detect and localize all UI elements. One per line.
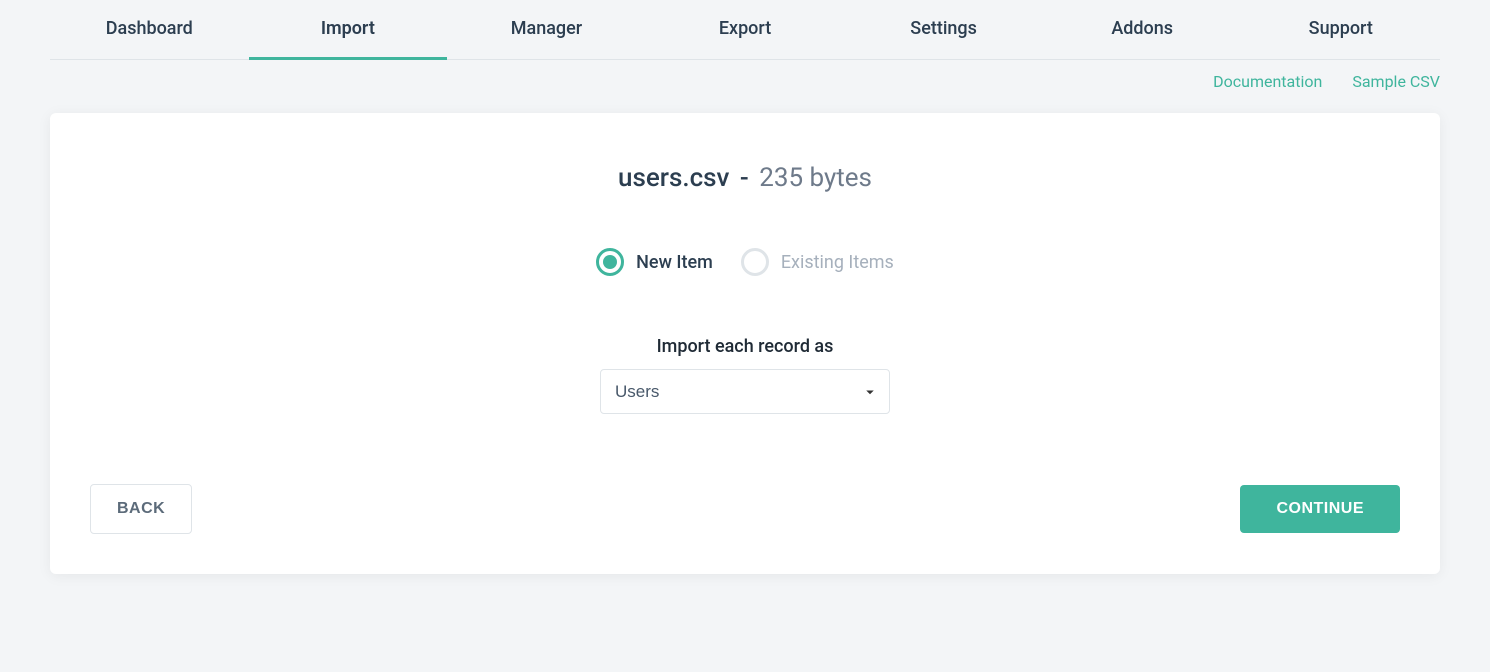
file-name: users.csv [618,163,729,193]
tab-dashboard[interactable]: Dashboard [50,0,249,59]
file-size: 235 bytes [759,163,872,193]
radio-circle-icon [741,248,769,276]
file-separator: - [740,163,749,193]
import-record-select[interactable]: Users [600,369,890,414]
radio-circle-icon [596,248,624,276]
radio-existing-items[interactable]: Existing Items [741,248,894,276]
sample-csv-link[interactable]: Sample CSV [1352,72,1440,91]
nav-tabs: Dashboard Import Manager Export Settings… [50,0,1440,60]
tab-manager[interactable]: Manager [447,0,646,59]
documentation-link[interactable]: Documentation [1213,72,1322,91]
tab-export[interactable]: Export [646,0,845,59]
tab-addons[interactable]: Addons [1043,0,1242,59]
import-record-group: Import each record as Users [90,336,1400,414]
import-mode-radio-group: New Item Existing Items [90,248,1400,276]
sub-links: Documentation Sample CSV [50,60,1440,103]
radio-label-existing-items: Existing Items [781,252,894,273]
radio-label-new-item: New Item [636,252,713,273]
import-record-label: Import each record as [90,336,1400,357]
back-button[interactable]: BACK [90,484,192,534]
card-footer: BACK CONTINUE [90,484,1400,534]
continue-button[interactable]: CONTINUE [1240,485,1400,533]
import-card: users.csv - 235 bytes New Item Existing … [50,113,1440,574]
radio-new-item[interactable]: New Item [596,248,713,276]
tab-import[interactable]: Import [249,0,448,60]
tab-support[interactable]: Support [1241,0,1440,59]
file-header: users.csv - 235 bytes [90,163,1400,193]
tab-settings[interactable]: Settings [844,0,1043,59]
